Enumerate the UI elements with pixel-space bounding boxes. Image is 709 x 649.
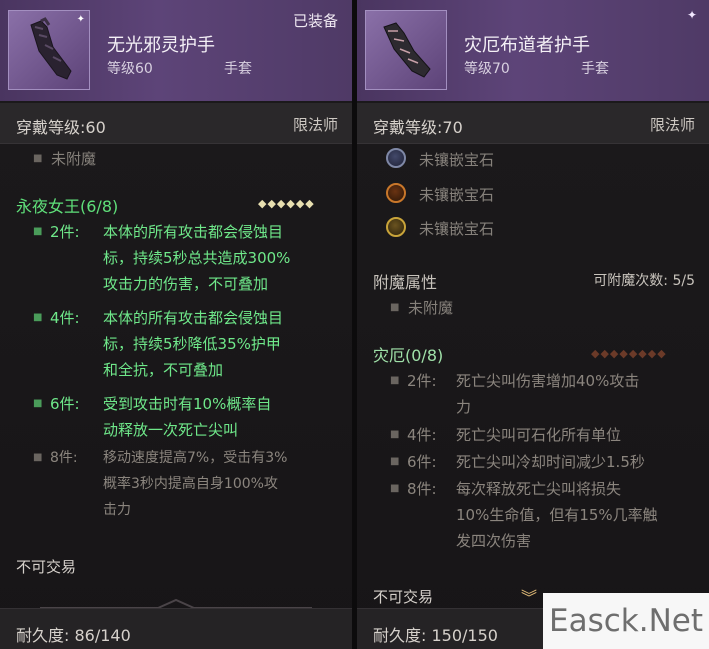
bullet-icon: ■ <box>33 153 43 164</box>
durability: 耐久度: 150/150 <box>373 626 498 645</box>
bonus-label: 6件: <box>50 395 80 413</box>
durability-bar: 耐久度: 86/140 <box>0 608 352 649</box>
item-header: ✦ 无光邪灵护手 等级60 手套 已装备 <box>0 0 352 101</box>
bonus-text-line: 本体的所有攻击都会侵蚀目 <box>103 309 284 327</box>
bonus-text-line: 击力 <box>103 502 131 518</box>
untradeable-note: 不可交易 <box>16 558 77 576</box>
bonus-text-line: 标，持续5秒总共造成300% <box>103 249 291 267</box>
set-name: 灾厄(0/8) <box>373 346 444 365</box>
untradeable-note: 不可交易 <box>373 588 434 606</box>
item-name: 无光邪灵护手 <box>107 35 215 56</box>
wear-level: 穿戴等级:60 <box>16 118 106 137</box>
bonus-text-line: 概率3秒内提高自身100%攻 <box>103 476 278 492</box>
empty-socket-icon <box>386 217 406 237</box>
site-watermark: Easck.Net <box>543 593 709 649</box>
item-icon-slot: ✦ <box>8 10 90 90</box>
requirement-bar: 穿戴等级:70 限法师 <box>357 103 709 144</box>
bonus-text-line: 攻击力的伤害，不可叠加 <box>103 275 269 293</box>
requirement-bar: 穿戴等级:60 限法师 <box>0 103 352 144</box>
empty-socket-icon <box>386 183 406 203</box>
bonus-label: 2件: <box>407 372 437 390</box>
set-bonus-8: ■ 8件: 移动速度提高7%，受击有3% 概率3秒内提高自身100%攻 击力 <box>33 445 348 525</box>
set-bonus-4: ■ 4件: 死亡尖叫可石化所有单位 <box>390 422 705 448</box>
bonus-text-line: 本体的所有攻击都会侵蚀目 <box>103 223 284 241</box>
class-restriction: 限法师 <box>292 116 338 134</box>
bonus-text-line: 和全抗，不可叠加 <box>103 361 224 379</box>
empty-socket-icon <box>386 148 406 168</box>
equipped-item-tooltip: ✦ 无光邪灵护手 等级60 手套 已装备 穿戴等级:60 限法师 ■ 未附魔 永… <box>0 0 352 649</box>
gauntlet-icon <box>383 22 431 78</box>
bonus-label: 4件: <box>50 309 80 327</box>
enchant-status: 未附魔 <box>51 150 97 168</box>
bonus-text-line: 力 <box>456 398 472 416</box>
set-bonus-4: ■ 4件: 本体的所有攻击都会侵蚀目 标，持续5秒降低35%护甲 和全抗，不可叠… <box>33 305 348 385</box>
item-slot: 手套 <box>224 61 252 77</box>
wear-level: 穿戴等级:70 <box>373 118 463 137</box>
equipped-badge: 已装备 <box>292 12 338 30</box>
bullet-icon: ■ <box>390 302 400 313</box>
compared-item-tooltip: ✦ 灾厄布道者护手 等级70 手套 穿戴等级:70 限法师 未镶嵌宝石 未镶嵌宝… <box>357 0 709 649</box>
bonus-text-line: 死亡尖叫可石化所有单位 <box>456 426 622 444</box>
item-name: 灾厄布道者护手 <box>464 35 590 56</box>
bonus-text-line: 死亡尖叫伤害增加40%攻击 <box>456 372 640 390</box>
bonus-label: 8件: <box>407 480 437 498</box>
item-level: 等级60 <box>107 61 153 77</box>
item-icon-slot <box>365 10 447 90</box>
bonus-text-line: 发四次伤害 <box>456 532 532 550</box>
bonus-text-line: 动释放一次死亡尖叫 <box>103 421 239 439</box>
socket-status: 未镶嵌宝石 <box>419 186 495 204</box>
item-slot: 手套 <box>581 61 609 77</box>
bonus-text-line: 10%生命值，但有15%几率触 <box>456 506 658 524</box>
set-bonus-6: ■ 6件: 受到攻击时有10%概率自 动释放一次死亡尖叫 <box>33 391 348 445</box>
set-bonus-6: ■ 6件: 死亡尖叫冷却时间减少1.5秒 <box>390 449 705 475</box>
bonus-text-line: 每次释放死亡尖叫将损失 <box>456 480 622 498</box>
sparkle-icon: ✦ <box>686 8 697 22</box>
bonus-text-line: 受到攻击时有10%概率自 <box>103 395 272 413</box>
set-pieces-indicator: ◆◆◆◆◆◆◆◆ <box>591 347 667 360</box>
enchant-status: 未附魔 <box>408 299 454 317</box>
bonus-text-line: 死亡尖叫冷却时间减少1.5秒 <box>456 453 645 471</box>
socket-status: 未镶嵌宝石 <box>419 220 495 238</box>
item-level: 等级70 <box>464 61 510 77</box>
bonus-label: 4件: <box>407 426 437 444</box>
set-bonus-8: ■ 8件: 每次释放死亡尖叫将损失 10%生命值，但有15%几率触 发四次伤害 <box>390 476 705 556</box>
set-bonus-2: ■ 2件: 本体的所有攻击都会侵蚀目 标，持续5秒总共造成300% 攻击力的伤害… <box>33 219 348 299</box>
chevron-down-icon[interactable]: ︾ <box>521 584 537 608</box>
gauntlet-icon <box>30 17 72 80</box>
bonus-label: 2件: <box>50 223 80 241</box>
enchant-count: 可附魔次数: 5/5 <box>593 273 695 289</box>
set-name: 永夜女王(6/8) <box>16 197 119 216</box>
bonus-label: 8件: <box>50 450 78 466</box>
enchant-section-title: 附魔属性 <box>373 273 438 292</box>
item-header: ✦ 灾厄布道者护手 等级70 手套 <box>357 0 709 101</box>
bonus-text-line: 移动速度提高7%，受击有3% <box>103 450 288 466</box>
set-pieces-indicator: ◆◆◆◆◆◆ <box>258 197 315 210</box>
class-restriction: 限法师 <box>649 116 695 134</box>
socket-status: 未镶嵌宝石 <box>419 151 495 169</box>
bonus-label: 6件: <box>407 453 437 471</box>
set-bonus-2: ■ 2件: 死亡尖叫伤害增加40%攻击 力 <box>390 368 705 422</box>
bonus-text-line: 标，持续5秒降低35%护甲 <box>103 335 281 353</box>
durability: 耐久度: 86/140 <box>16 626 131 645</box>
